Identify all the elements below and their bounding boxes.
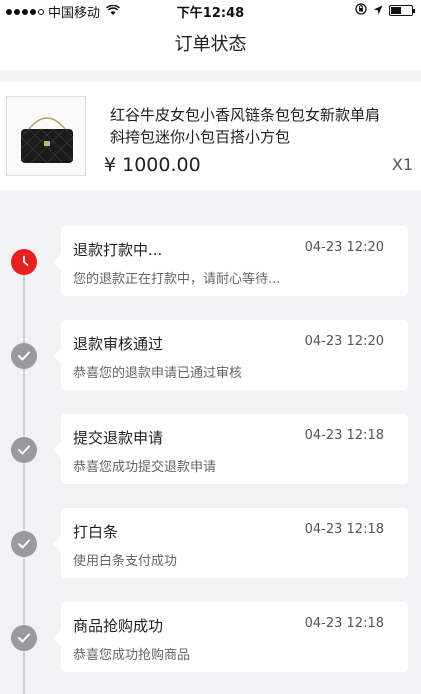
- timeline-item-title: 商品抢购成功: [73, 617, 164, 635]
- timeline-item-time: 04-23 12:18: [304, 428, 384, 443]
- check-icon: [11, 437, 37, 463]
- location-arrow-icon: [373, 4, 383, 18]
- product-title-line2: 斜挎包迷你小包百搭小方包: [110, 128, 291, 146]
- page-title: 订单状态: [174, 34, 247, 55]
- product-title: 红谷牛皮女包小香风链条包包女新款单肩 斜挎包迷你小包百搭小方包: [110, 104, 410, 148]
- timeline-item[interactable]: 退款打款中... 04-23 12:20 您的退款正在打款中，请耐心等待...: [53, 226, 408, 296]
- timeline-item[interactable]: 提交退款申请 04-23 12:18 恭喜您成功提交退款申请: [53, 414, 408, 484]
- timeline-item[interactable]: 打白条 04-23 12:18 使用白条支付成功: [53, 508, 408, 578]
- clock-icon: [11, 249, 37, 275]
- timeline-item-desc: 恭喜您的退款申请已通过审核: [73, 366, 243, 381]
- product-title-line1: 红谷牛皮女包小香风链条包包女新款单肩: [110, 106, 381, 124]
- check-icon: [11, 625, 37, 651]
- timeline-item-desc: 恭喜您成功提交退款申请: [73, 460, 217, 475]
- status-right: [355, 3, 415, 18]
- timeline-item-desc: 您的退款正在打款中，请耐心等待...: [73, 272, 281, 287]
- timeline-item-title: 打白条: [73, 523, 119, 541]
- timeline-item-time: 04-23 12:18: [304, 522, 384, 537]
- handbag-image: [7, 97, 85, 175]
- product-quantity: X1: [391, 155, 413, 174]
- status-bar: 中国移动 下午12:48: [0, 0, 421, 21]
- timeline-item-desc: 恭喜您成功抢购商品: [73, 648, 191, 663]
- battery-icon: [389, 5, 415, 16]
- timeline-item-desc: 使用白条支付成功: [73, 554, 178, 569]
- timeline-item-title: 提交退款申请: [73, 429, 164, 447]
- product-thumbnail[interactable]: [6, 96, 86, 176]
- timeline-item-title: 退款审核通过: [73, 335, 164, 353]
- timeline-item-title: 退款打款中...: [73, 241, 163, 259]
- orientation-lock-icon: [355, 3, 367, 18]
- check-icon: [11, 343, 37, 369]
- timeline-item-time: 04-23 12:20: [304, 334, 384, 349]
- timeline-item[interactable]: 商品抢购成功 04-23 12:18 恭喜您成功抢购商品: [53, 602, 408, 672]
- nav-bar: 订单状态: [0, 20, 421, 70]
- timeline-item[interactable]: 退款审核通过 04-23 12:20 恭喜您的退款申请已通过审核: [53, 320, 408, 390]
- check-icon: [11, 531, 37, 557]
- product-card[interactable]: 红谷牛皮女包小香风链条包包女新款单肩 斜挎包迷你小包百搭小方包 ¥ 1000.0…: [0, 82, 421, 190]
- timeline-item-time: 04-23 12:20: [304, 240, 384, 255]
- product-price: ¥ 1000.00: [104, 154, 201, 176]
- timeline-item-time: 04-23 12:18: [304, 616, 384, 631]
